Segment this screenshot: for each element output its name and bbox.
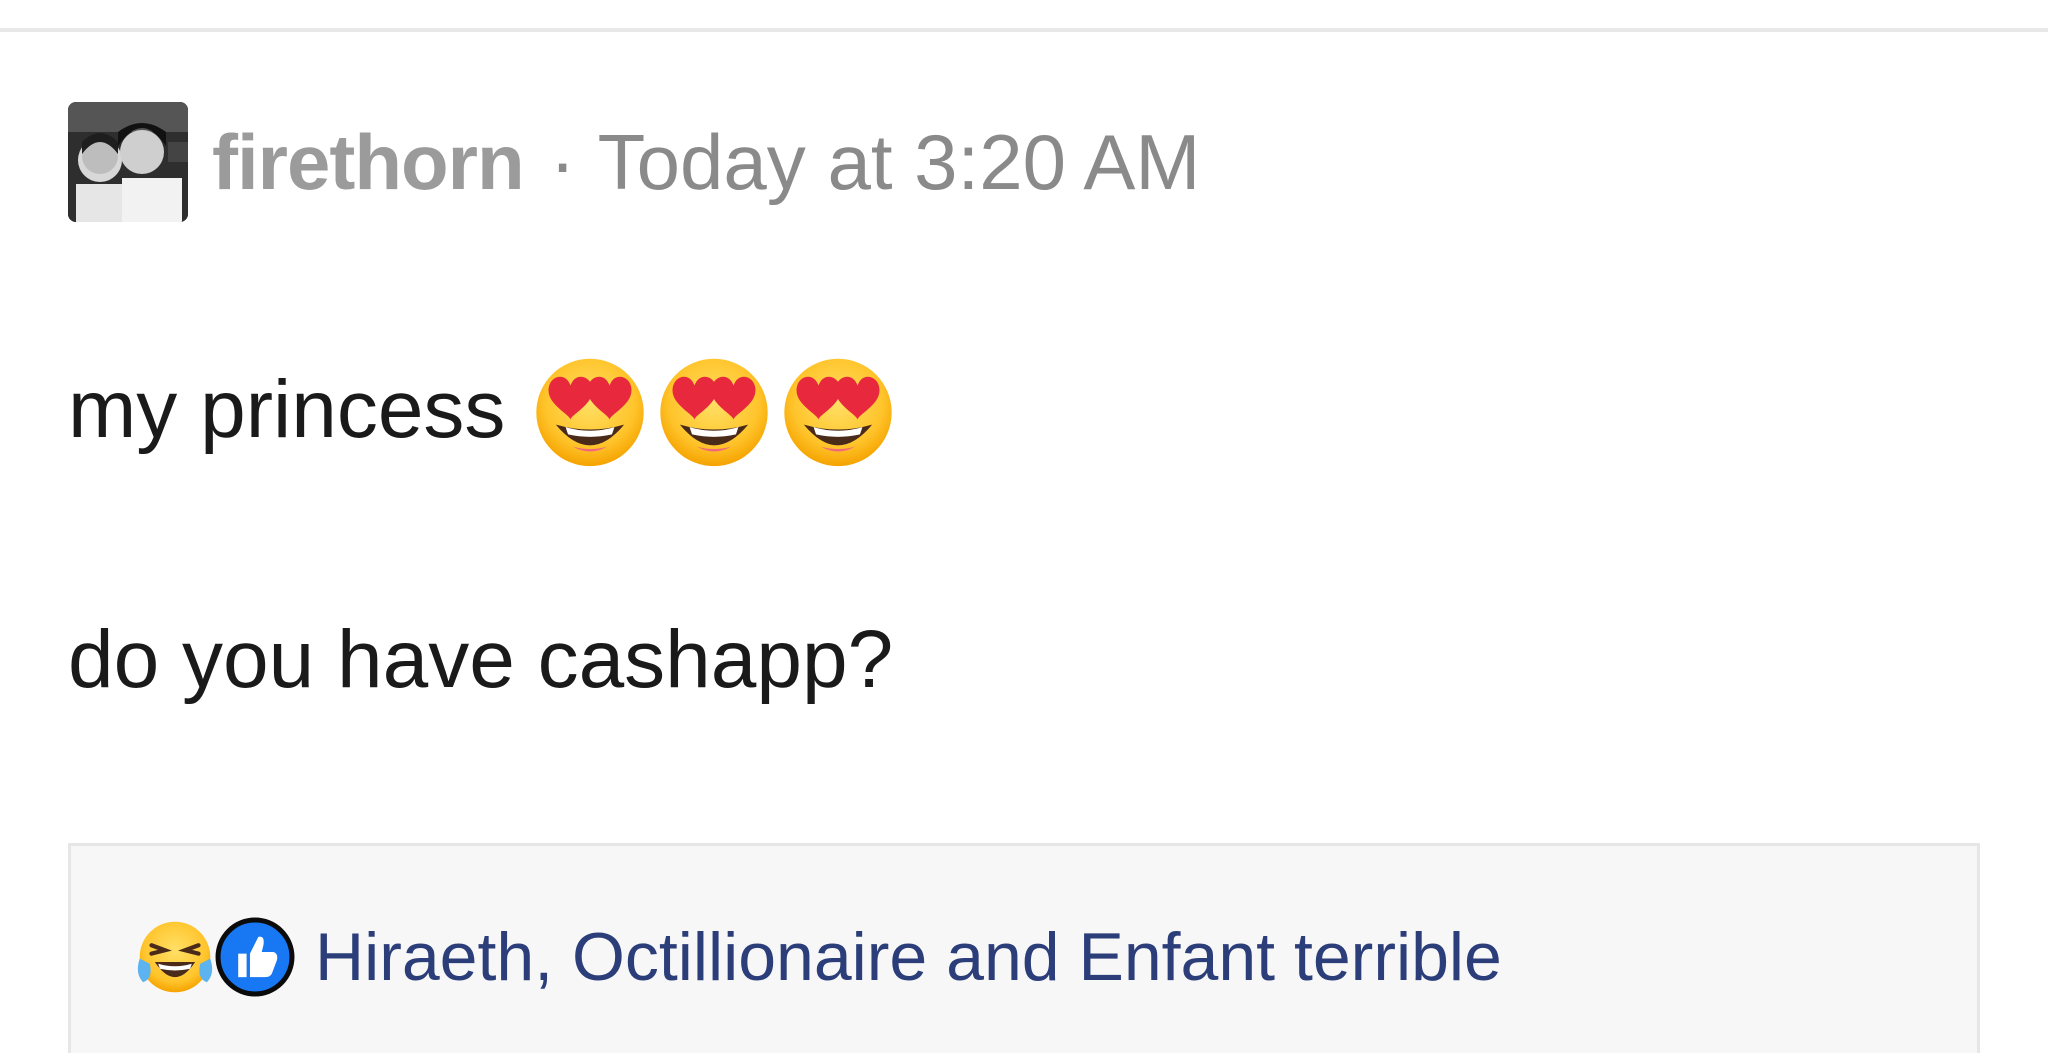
reactors-link[interactable]: Hiraeth, Octillionaire and Enfant terrib… bbox=[315, 918, 1502, 996]
post-page: firethorn · Today at 3:20 AM my princess bbox=[0, 0, 2048, 1053]
post-timestamp[interactable]: Today at 3:20 AM bbox=[598, 117, 1201, 208]
post-header: firethorn · Today at 3:20 AM bbox=[68, 102, 1200, 222]
user-photo-avatar-icon bbox=[68, 102, 188, 222]
heart-eyes-emoji-icon bbox=[536, 358, 645, 467]
laughing-tears-icon bbox=[137, 921, 213, 993]
heart-eyes-emoji-icon bbox=[660, 358, 769, 467]
heart-eyes-emoji-group bbox=[529, 349, 901, 471]
post-author-link[interactable]: firethorn bbox=[212, 117, 525, 208]
message-text-2: do you have cashapp? bbox=[68, 614, 894, 705]
avatar[interactable] bbox=[68, 102, 188, 222]
reactions-summary: Hiraeth, Octillionaire and Enfant terrib… bbox=[68, 843, 1980, 1053]
thumbs-up-icon bbox=[215, 917, 295, 997]
header-separator: · bbox=[549, 117, 576, 206]
message-text-1: my princess bbox=[68, 364, 506, 455]
reactions-row[interactable]: Hiraeth, Octillionaire and Enfant terrib… bbox=[133, 912, 1502, 1002]
heart-eyes-emoji-icon bbox=[784, 358, 893, 467]
top-divider bbox=[0, 28, 2048, 32]
message-line-1: my princess bbox=[68, 345, 901, 475]
message-line-2: do you have cashapp? bbox=[68, 600, 893, 720]
